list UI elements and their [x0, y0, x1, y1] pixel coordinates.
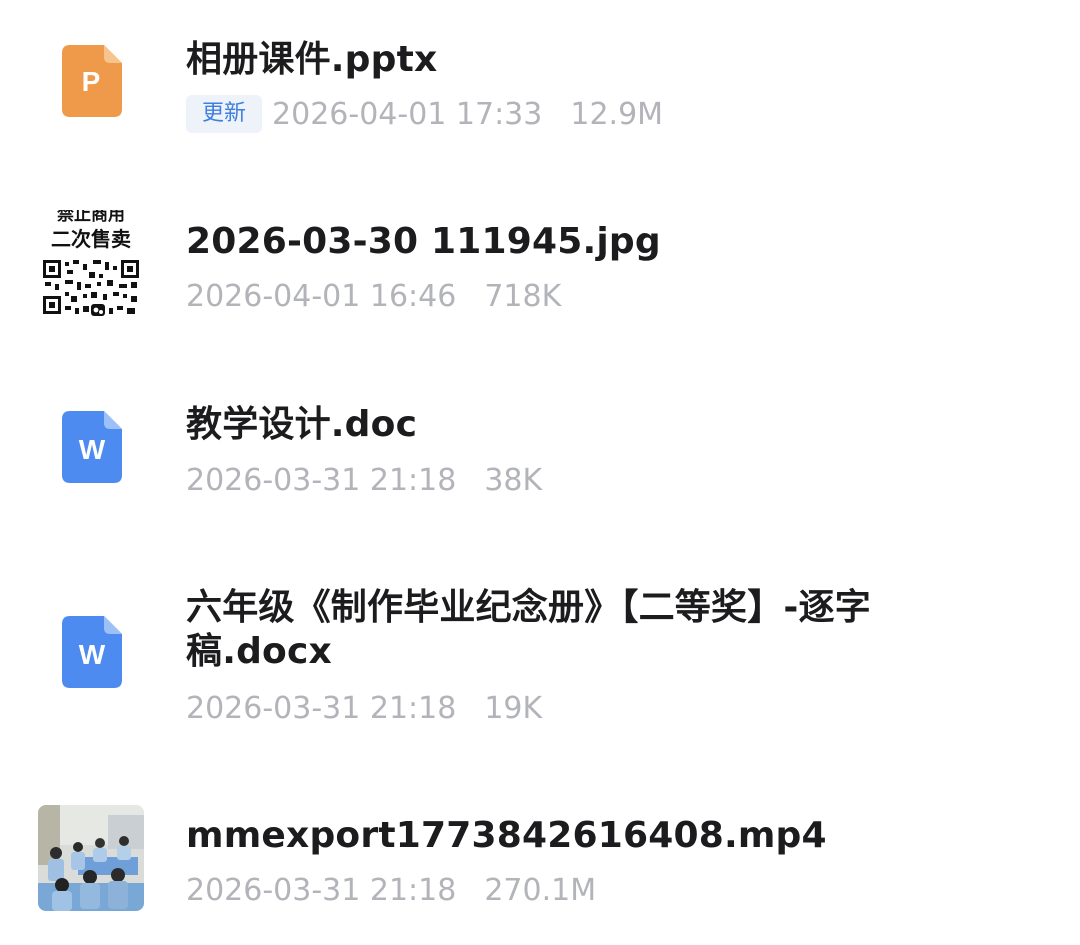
list-item-pptx[interactable]: P 相册课件.pptx 更新 2026-04-01 17:33 12.9M — [0, 0, 1080, 170]
file-name: mmexport1773842616408.mp4 — [186, 815, 827, 856]
update-badge: 更新 — [186, 95, 263, 133]
video-thumbnail — [38, 805, 144, 911]
file-list: P 相册课件.pptx 更新 2026-04-01 17:33 12.9M 禁止… — [0, 0, 1080, 945]
file-date: 2026-04-01 17:33 — [272, 96, 543, 132]
file-meta: 2026-03-31 21:18 270.1M — [186, 870, 596, 910]
ppt-file-icon: P — [62, 45, 122, 117]
file-meta: 2026-03-31 21:18 19K — [186, 688, 542, 728]
file-meta: 更新 2026-04-01 17:33 12.9M — [186, 94, 663, 134]
svg-text:禁止商用: 禁止商用 — [57, 210, 125, 225]
list-item-doc[interactable]: W 教学设计.doc 2026-03-31 21:18 38K — [0, 380, 1080, 540]
file-name: 相册课件.pptx — [186, 39, 438, 80]
svg-text:二次售卖: 二次售卖 — [51, 227, 131, 251]
word-file-icon: W — [62, 616, 122, 688]
svg-text:P: P — [82, 66, 101, 97]
file-name-line-1: 六年级《制作毕业纪念册》【二等奖】-逐字 — [186, 587, 871, 628]
list-item-jpg[interactable]: 禁止商用 二次售卖 2026-03-30 111945.jpg 2026-04-… — [0, 190, 1080, 350]
svg-text:W: W — [79, 434, 106, 465]
file-name: 2026-03-30 111945.jpg — [186, 221, 661, 262]
list-item-mp4[interactable]: mmexport1773842616408.mp4 2026-03-31 21:… — [0, 790, 1080, 930]
file-name: 教学设计.doc — [186, 404, 418, 445]
file-date: 2026-03-31 21:18 — [186, 872, 457, 908]
file-size: 19K — [484, 690, 543, 726]
list-item-docx[interactable]: W 六年级《制作毕业纪念册》【二等奖】-逐字 稿.docx 2026-03-31… — [0, 570, 1080, 750]
file-date: 2026-04-01 16:46 — [186, 278, 457, 314]
file-size: 12.9M — [570, 96, 664, 132]
file-meta: 2026-03-31 21:18 38K — [186, 460, 542, 500]
classroom-photo — [38, 805, 144, 911]
file-size: 718K — [484, 278, 562, 314]
file-date: 2026-03-31 21:18 — [186, 690, 457, 726]
file-size: 270.1M — [484, 872, 597, 908]
file-name-line-2: 稿.docx — [186, 631, 332, 672]
qr-code-image: 禁止商用 二次售卖 — [38, 210, 144, 316]
svg-text:W: W — [79, 639, 106, 670]
file-size: 38K — [484, 462, 543, 498]
file-date: 2026-03-31 21:18 — [186, 462, 457, 498]
file-meta: 2026-04-01 16:46 718K — [186, 276, 561, 316]
image-thumbnail: 禁止商用 二次售卖 — [38, 210, 144, 316]
word-file-icon: W — [62, 411, 122, 483]
